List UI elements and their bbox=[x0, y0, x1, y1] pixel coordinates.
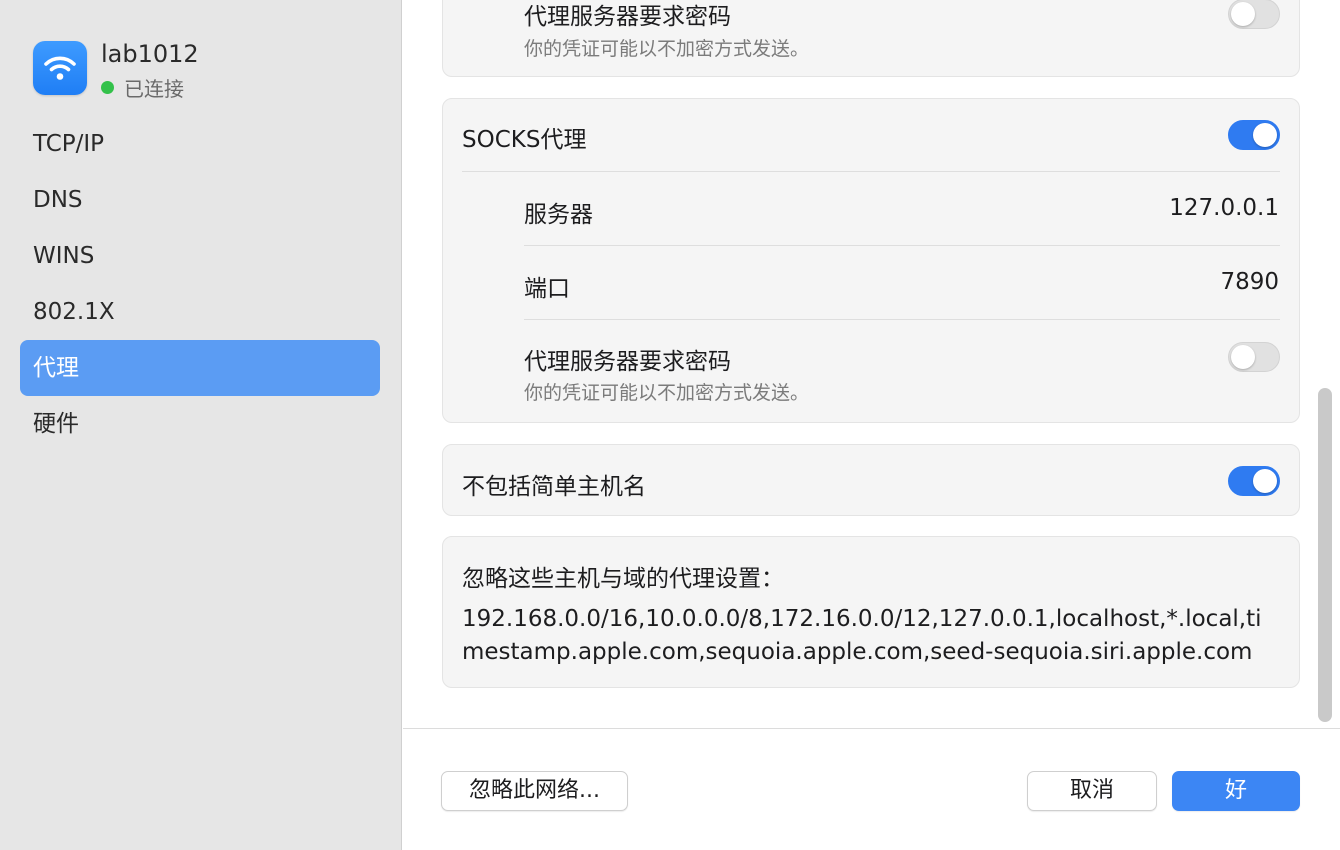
socks-port-label: 端口 bbox=[524, 276, 570, 302]
proxy-password-note: 你的凭证可能以不加密方式发送。 bbox=[524, 38, 810, 60]
sidebar-item-dns[interactable]: DNS bbox=[20, 172, 380, 228]
bypass-label: 忽略这些主机与域的代理设置： bbox=[462, 566, 784, 592]
dialog-footer: 忽略此网络... 取消 好 bbox=[403, 728, 1340, 850]
network-status-label: 已连接 bbox=[124, 77, 184, 101]
socks-password-note: 你的凭证可能以不加密方式发送。 bbox=[524, 382, 810, 404]
bypass-list-card: 忽略这些主机与域的代理设置： 192.168.0.0/16,10.0.0.0/8… bbox=[442, 536, 1300, 688]
socks-proxy-toggle[interactable] bbox=[1228, 120, 1280, 150]
sidebar-item-tcpip[interactable]: TCP/IP bbox=[20, 116, 380, 172]
socks-proxy-label: SOCKS代理 bbox=[462, 127, 587, 153]
toggle-knob bbox=[1231, 345, 1255, 369]
divider bbox=[524, 245, 1280, 246]
sidebar-item-8021x[interactable]: 802.1X bbox=[20, 284, 380, 340]
sidebar-item-proxy[interactable]: 代理 bbox=[20, 340, 380, 396]
exclude-simple-hostnames-label: 不包括简单主机名 bbox=[462, 474, 646, 500]
network-name: lab1012 bbox=[101, 40, 199, 68]
socks-proxy-card: SOCKS代理 服务器 127.0.0.1 端口 7890 代理服务器要求密码 … bbox=[442, 98, 1300, 423]
forget-network-button[interactable]: 忽略此网络... bbox=[441, 771, 628, 811]
proxy-settings-panel: 代理服务器要求密码 你的凭证可能以不加密方式发送。 SOCKS代理 服务器 12… bbox=[403, 0, 1340, 728]
ok-button[interactable]: 好 bbox=[1172, 771, 1300, 811]
exclude-simple-hostnames-toggle[interactable] bbox=[1228, 466, 1280, 496]
socks-password-label: 代理服务器要求密码 bbox=[524, 349, 731, 375]
wifi-icon bbox=[33, 41, 87, 95]
toggle-knob bbox=[1253, 469, 1277, 493]
sidebar: lab1012 已连接 TCP/IP DNS WINS 802.1X 代理 硬件 bbox=[0, 0, 402, 850]
socks-port-value[interactable]: 7890 bbox=[1220, 269, 1279, 295]
proxy-password-label: 代理服务器要求密码 bbox=[524, 4, 731, 30]
sidebar-item-hardware[interactable]: 硬件 bbox=[20, 396, 380, 452]
socks-server-value[interactable]: 127.0.0.1 bbox=[1169, 195, 1279, 221]
network-header: lab1012 已连接 bbox=[33, 40, 373, 102]
socks-password-toggle[interactable] bbox=[1228, 342, 1280, 372]
connected-status-dot-icon bbox=[101, 81, 114, 94]
scrollbar[interactable] bbox=[1318, 388, 1332, 722]
toggle-knob bbox=[1231, 2, 1255, 26]
exclude-simple-hostnames-card: 不包括简单主机名 bbox=[442, 444, 1300, 516]
sidebar-item-wins[interactable]: WINS bbox=[20, 228, 380, 284]
network-status: 已连接 bbox=[101, 73, 184, 102]
divider bbox=[524, 319, 1280, 320]
sidebar-nav: TCP/IP DNS WINS 802.1X 代理 硬件 bbox=[20, 116, 380, 452]
divider bbox=[462, 171, 1280, 172]
previous-proxy-card: 代理服务器要求密码 你的凭证可能以不加密方式发送。 bbox=[442, 0, 1300, 77]
proxy-password-toggle[interactable] bbox=[1228, 0, 1280, 29]
bypass-hosts-textarea[interactable]: 192.168.0.0/16,10.0.0.0/8,172.16.0.0/12,… bbox=[462, 603, 1282, 669]
toggle-knob bbox=[1253, 123, 1277, 147]
cancel-button[interactable]: 取消 bbox=[1027, 771, 1157, 811]
socks-server-label: 服务器 bbox=[524, 202, 593, 228]
